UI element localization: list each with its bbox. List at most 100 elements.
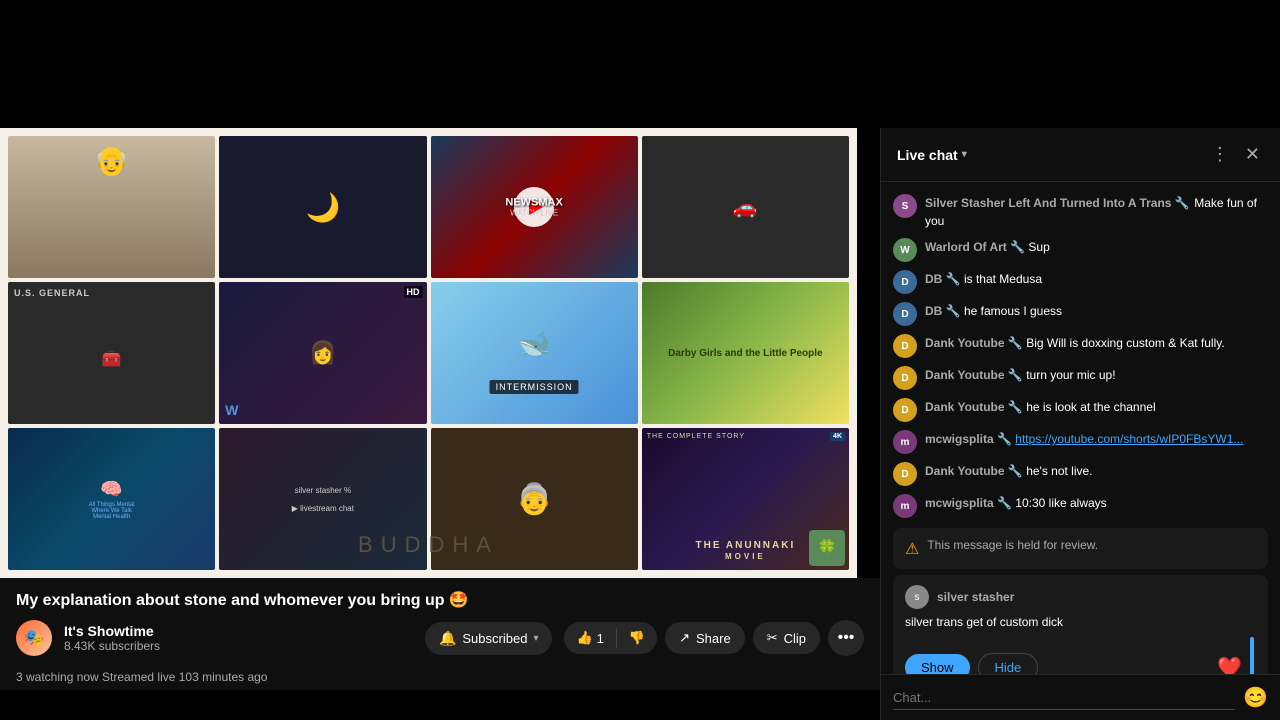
thumbnail-3[interactable]: NEWSMAX WATCH LIVE [431, 136, 638, 278]
msg-avatar-1: S [893, 194, 917, 218]
silver-moderated-message: s silver stasher silver trans get of cus… [893, 575, 1268, 674]
msg-content-1: Silver Stasher Left And Turned Into A Tr… [925, 194, 1268, 230]
like-button[interactable]: 👍 1 [564, 622, 615, 654]
clip-button[interactable]: ✂ Clip [753, 622, 820, 654]
scroll-indicator [1250, 637, 1254, 674]
msg-avatar-5: D [893, 334, 917, 358]
dislike-button[interactable]: 👎 [617, 622, 657, 654]
chat-message-9: D Dank Youtube 🔧 he's not live. [881, 458, 1280, 490]
water-icon: 🐋 [518, 328, 550, 359]
msg-content-6: Dank Youtube 🔧 turn your mic up! [925, 366, 1268, 384]
clip-label: Clip [784, 631, 806, 646]
video-area: 👴 🌙 NEWSMAX WATCH LIVE 🚗 [0, 128, 880, 720]
msg-text-4: he famous I guess [964, 304, 1062, 318]
thumbnail-1[interactable]: 👴 [8, 136, 215, 278]
video-meta-text: 3 watching now Streamed live 103 minutes… [16, 670, 267, 684]
chat-message-4: D DB 🔧 he famous I guess [881, 298, 1280, 330]
subscribe-button[interactable]: 🔔 Subscribed ▾ [425, 622, 553, 655]
darby-label: Darby Girls and the Little People [642, 282, 849, 424]
channel-overlay-icon: 🍀 [809, 530, 845, 566]
chat-message-8: m mcwigsplita 🔧 https://youtube.com/shor… [881, 426, 1280, 458]
thumb-person-img: 👴 [8, 136, 215, 278]
subscribe-dropdown-icon: ▾ [533, 633, 538, 644]
channel-info: It's Showtime 8.43K subscribers [64, 623, 413, 653]
video-container: 👴 🌙 NEWSMAX WATCH LIVE 🚗 [0, 128, 857, 578]
channel-row: 🎭 It's Showtime 8.43K subscribers 🔔 Subs… [16, 620, 864, 656]
msg-text-9: he's not live. [1026, 464, 1092, 478]
chat-message-2: W Warlord Of Art 🔧 Sup [881, 234, 1280, 266]
channel-name: It's Showtime [64, 623, 413, 639]
buddha-text: BUDDHA [0, 532, 857, 558]
msg-username-3: DB 🔧 [925, 272, 964, 286]
channel-avatar: 🎭 [16, 620, 52, 656]
chat-dropdown-icon[interactable]: ▾ [962, 149, 967, 160]
held-message: ⚠ This message is held for review. [893, 528, 1268, 569]
share-button[interactable]: ↗ Share [665, 622, 745, 654]
msg-avatar-6: D [893, 366, 917, 390]
msg-text-10: 10:30 like always [1015, 496, 1106, 510]
chat-more-button[interactable]: ⋮ [1207, 140, 1233, 169]
emoji-button[interactable]: 😊 [1243, 685, 1268, 710]
msg-row-7: Dank Youtube 🔧 he is look at the channel [925, 398, 1268, 416]
dislike-icon: 👎 [629, 630, 645, 646]
warning-icon: ⚠ [905, 539, 919, 559]
thumbnail-7[interactable]: 🐋 INTERMISSION [431, 282, 638, 424]
intermission-badge: INTERMISSION [490, 380, 579, 394]
mental-icon: 🧠 [100, 479, 122, 500]
clip-icon: ✂ [767, 630, 778, 646]
top-bar [0, 0, 1280, 128]
hide-button[interactable]: Hide [978, 653, 1039, 675]
chat-message-3: D DB 🔧 is that Medusa [881, 266, 1280, 298]
share-icon: ↗ [679, 630, 690, 646]
held-message-text: This message is held for review. [927, 538, 1098, 552]
msg-avatar-10: m [893, 494, 917, 518]
chat-header: Live chat ▾ ⋮ ✕ [881, 128, 1280, 182]
msg-avatar-7: D [893, 398, 917, 422]
msg-text-2: Sup [1028, 240, 1049, 254]
thumbnail-5[interactable]: U.S. GENERAL 🧰 [8, 282, 215, 424]
thumbnail-8[interactable]: Darby Girls and the Little People [642, 282, 849, 424]
msg-row-3: DB 🔧 is that Medusa [925, 270, 1268, 288]
silver-message-actions: Show Hide ❤️ [905, 637, 1256, 674]
moon-icon: 🌙 [305, 191, 340, 224]
channel-subscribers: 8.43K subscribers [64, 639, 413, 653]
complete-story-label: THE COMPLETE STORY [647, 433, 745, 440]
video-title: My explanation about stone and whomever … [16, 590, 864, 610]
chat-input[interactable] [893, 686, 1235, 710]
thumbnail-6[interactable]: HD W 👩 [219, 282, 426, 424]
heart-button[interactable]: ❤️ [1217, 655, 1242, 675]
thumbnail-4[interactable]: 🚗 [642, 136, 849, 278]
chat-message-5: D Dank Youtube 🔧 Big Will is doxxing cus… [881, 330, 1280, 362]
toolbox-icon: 🧰 [102, 349, 122, 369]
msg-username-8: mcwigsplita 🔧 [925, 432, 1015, 446]
hd-badge: HD [404, 286, 423, 298]
person-icon: 👩 [309, 340, 336, 366]
chat-header-icons: ⋮ ✕ [1207, 140, 1264, 169]
msg-text-7: he is look at the channel [1026, 400, 1155, 414]
msg-link-8[interactable]: https://youtube.com/shorts/wIP0FBsYW1... [1015, 432, 1243, 446]
msg-username-6: Dank Youtube 🔧 [925, 368, 1026, 382]
msg-row-4: DB 🔧 he famous I guess [925, 302, 1268, 320]
like-count: 1 [597, 631, 604, 646]
msg-username-2: Warlord Of Art 🔧 [925, 240, 1028, 254]
like-dislike-area: 👍 1 👎 [564, 622, 657, 654]
us-general-label: U.S. GENERAL [14, 288, 90, 298]
msg-text-5: Big Will is doxxing custom & Kat fully. [1026, 336, 1225, 350]
chat-panel: Live chat ▾ ⋮ ✕ S Silver Stasher Left An… [880, 128, 1280, 720]
subscribe-label: Subscribed [462, 631, 527, 646]
show-button[interactable]: Show [905, 654, 970, 675]
bell-icon: 🔔 [439, 630, 456, 647]
thumbnail-2[interactable]: 🌙 [219, 136, 426, 278]
share-label: Share [696, 631, 731, 646]
msg-content-10: mcwigsplita 🔧 10:30 like always [925, 494, 1268, 512]
thumbnail-grid: 👴 🌙 NEWSMAX WATCH LIVE 🚗 [0, 128, 857, 578]
chat-title-text: Live chat [897, 147, 958, 163]
quality-badge: 4K [830, 432, 845, 441]
chat-message-6: D Dank Youtube 🔧 turn your mic up! [881, 362, 1280, 394]
chat-close-button[interactable]: ✕ [1241, 140, 1264, 169]
action-buttons: 👍 1 👎 ↗ Share ✂ Clip [564, 620, 864, 656]
msg-content-4: DB 🔧 he famous I guess [925, 302, 1268, 320]
silver-msg-header: s silver stasher [905, 585, 1256, 609]
more-button[interactable]: ••• [828, 620, 864, 656]
chat-messages: S Silver Stasher Left And Turned Into A … [881, 182, 1280, 674]
